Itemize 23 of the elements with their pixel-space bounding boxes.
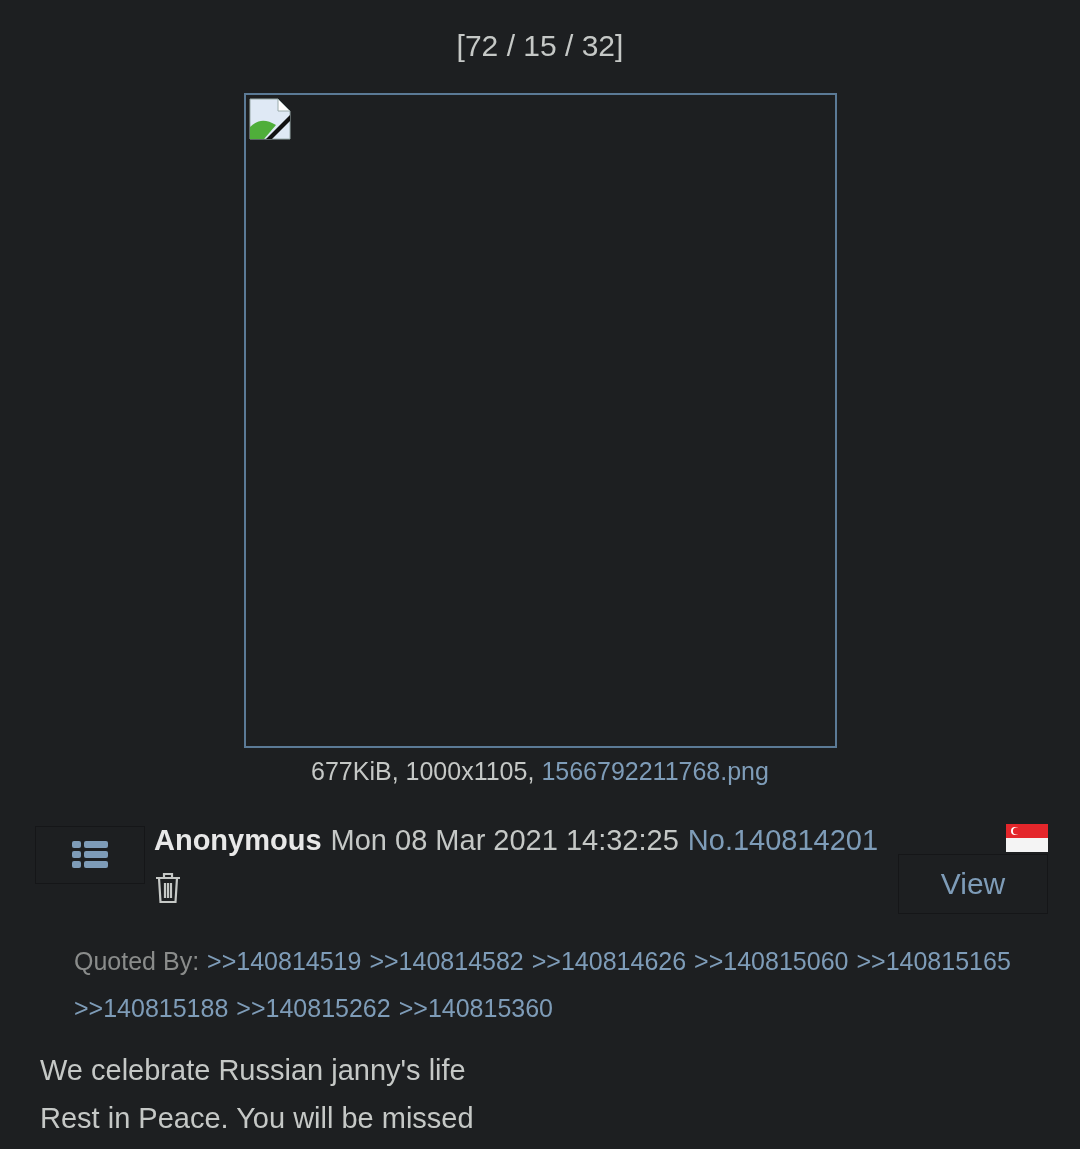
reply-link[interactable]: >>140814626 [531,938,687,985]
menu-button[interactable] [35,826,145,884]
reply-link[interactable]: >>140814519 [207,938,362,985]
post-counter: [72 / 15 / 32] [456,28,624,64]
post-date: Mon 08 Mar 2021 14:32:25 [330,823,679,858]
file-link[interactable]: 1566792211768.png [541,756,769,786]
reply-link[interactable]: >>140815060 [694,938,849,985]
list-icon [72,841,108,869]
view-button[interactable]: View [898,854,1048,914]
quoted-by-label: Quoted By: [74,946,200,977]
message-line: We celebrate Russian janny's life [40,1053,466,1088]
poster-name: Anonymous [154,823,322,858]
reply-link[interactable]: >>140815165 [856,938,1011,985]
file-info: 677KiB, 1000x1105, [311,756,535,786]
message-line: Rest in Peace. You will be missed [40,1101,474,1136]
reply-link[interactable]: >>140814582 [369,938,524,985]
flag-icon [1006,824,1048,852]
post-number[interactable]: No.140814201 [687,822,879,858]
reply-link[interactable]: >>140815262 [236,985,391,1032]
reply-link[interactable]: >>140815360 [398,985,554,1032]
broken-image-icon [247,97,292,141]
reply-link[interactable]: >>140815188 [74,985,229,1032]
trash-icon[interactable] [155,872,181,904]
